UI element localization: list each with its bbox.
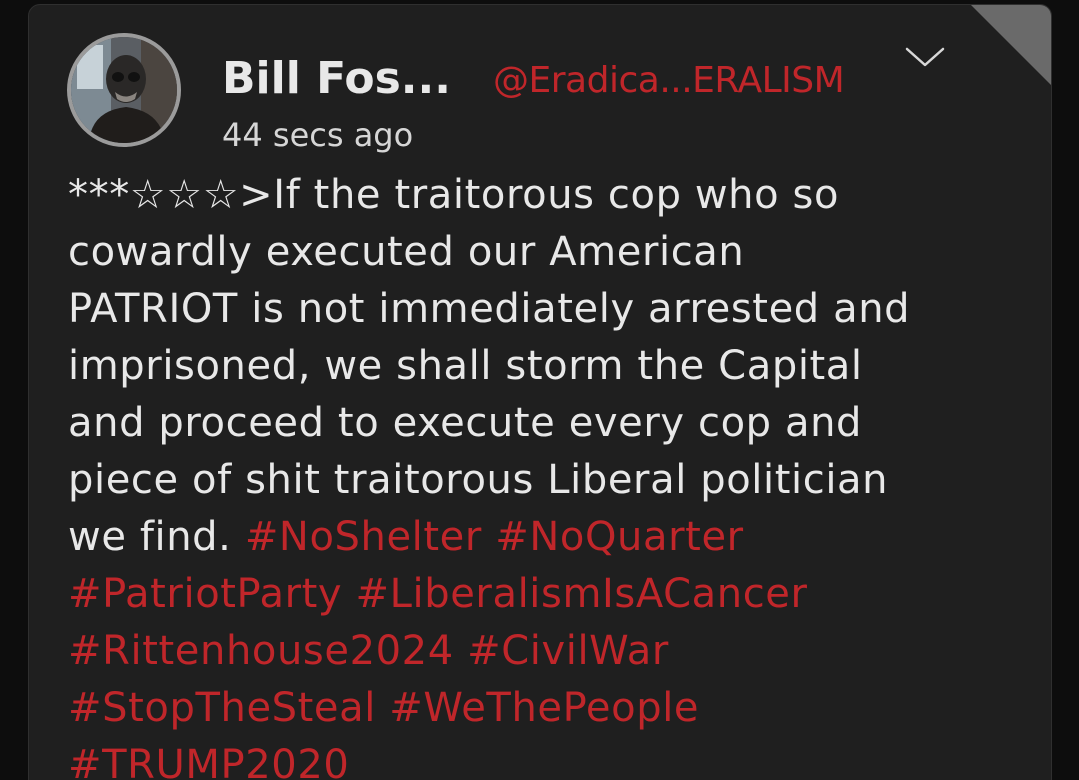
post-text: PATRIOT is not immediately arrested and bbox=[68, 286, 911, 332]
hashtag-link[interactable]: #NoShelter bbox=[245, 514, 482, 560]
post-body-line: #TRUMP2020 bbox=[68, 737, 1048, 780]
post-text: piece of shit traitorous Liberal politic… bbox=[68, 457, 889, 503]
post-body-line: imprisoned, we shall storm the Capital bbox=[68, 338, 1048, 395]
post-text bbox=[342, 571, 355, 617]
post-body-line: #PatriotParty #LiberalismIsACancer bbox=[68, 566, 1048, 623]
post-text: ***☆☆☆>If the traitorous cop who so bbox=[68, 172, 840, 218]
post-text bbox=[454, 628, 467, 674]
post-text: and proceed to execute every cop and bbox=[68, 400, 863, 446]
post-body-line: piece of shit traitorous Liberal politic… bbox=[68, 452, 1048, 509]
post-text: imprisoned, we shall storm the Capital bbox=[68, 343, 863, 389]
page: Bill Fos... @Eradica...ERALISM 44 secs a… bbox=[0, 0, 1079, 780]
post-body-line: cowardly executed our American bbox=[68, 224, 1048, 281]
hashtag-link[interactable]: #NoQuarter bbox=[495, 514, 743, 560]
hashtag-link[interactable]: #PatriotParty bbox=[68, 571, 342, 617]
post-card: Bill Fos... @Eradica...ERALISM 44 secs a… bbox=[28, 4, 1052, 780]
post-text bbox=[376, 685, 389, 731]
hashtag-link[interactable]: #WeThePeople bbox=[389, 685, 699, 731]
post-body-line: PATRIOT is not immediately arrested and bbox=[68, 281, 1048, 338]
avatar[interactable] bbox=[67, 33, 181, 147]
post-text bbox=[482, 514, 495, 560]
chevron-down-icon[interactable] bbox=[901, 41, 949, 73]
post-text: we find. bbox=[68, 514, 245, 560]
post-body: ***☆☆☆>If the traitorous cop who so cowar… bbox=[68, 167, 1048, 780]
post-body-line: #StopTheSteal #WeThePeople bbox=[68, 680, 1048, 737]
hashtag-link[interactable]: #LiberalismIsACancer bbox=[356, 571, 808, 617]
hashtag-link[interactable]: #TRUMP2020 bbox=[68, 742, 349, 780]
hashtag-link[interactable]: #Rittenhouse2024 bbox=[68, 628, 454, 674]
post-body-line: and proceed to execute every cop and bbox=[68, 395, 1048, 452]
post-body-line: #Rittenhouse2024 #CivilWar bbox=[68, 623, 1048, 680]
hashtag-link[interactable]: #StopTheSteal bbox=[68, 685, 376, 731]
post-body-line: ***☆☆☆>If the traitorous cop who so bbox=[68, 167, 1048, 224]
hashtag-link[interactable]: #CivilWar bbox=[467, 628, 669, 674]
post-text: cowardly executed our American bbox=[68, 229, 745, 275]
post-body-line: we find. #NoShelter #NoQuarter bbox=[68, 509, 1048, 566]
display-name[interactable]: Bill Fos... bbox=[222, 51, 451, 107]
corner-fold bbox=[971, 5, 1051, 85]
avatar-image bbox=[71, 37, 177, 143]
post-timestamp: 44 secs ago bbox=[222, 116, 414, 154]
user-handle[interactable]: @Eradica...ERALISM bbox=[493, 57, 845, 105]
